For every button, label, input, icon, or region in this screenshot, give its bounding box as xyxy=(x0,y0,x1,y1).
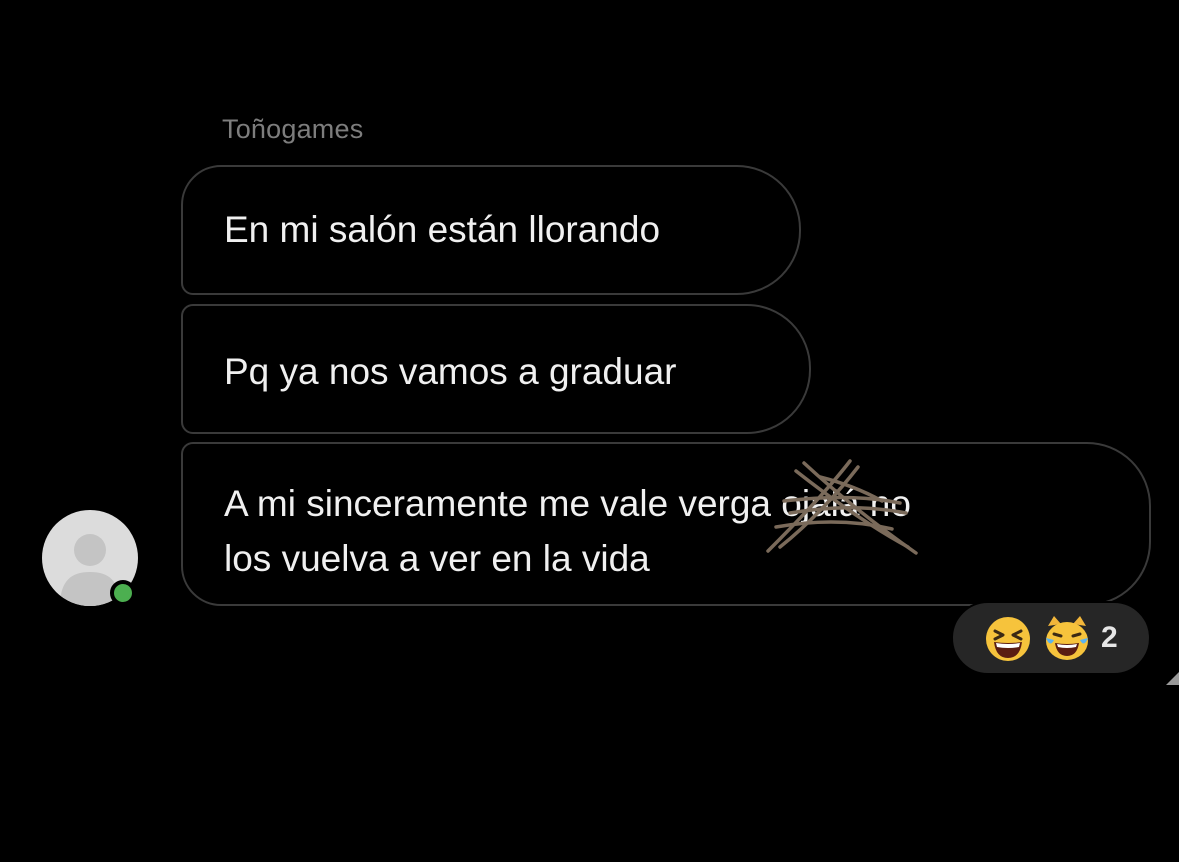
message-bubble[interactable]: Pq ya nos vamos a graduar xyxy=(181,304,811,434)
censor-scribble xyxy=(766,459,918,555)
message-text: Pq ya nos vamos a graduar xyxy=(224,351,677,392)
sender-name[interactable]: Toñogames xyxy=(222,114,363,145)
grinning-squinting-face-icon xyxy=(986,617,1030,661)
cat-tears-of-joy-icon xyxy=(1046,616,1088,660)
message-bubble[interactable]: En mi salón están llorando xyxy=(181,165,801,295)
message-bubble[interactable]: A mi sinceramente me vale verga ojalá no… xyxy=(181,442,1151,606)
online-status-dot xyxy=(110,580,136,606)
message-text: En mi salón están llorando xyxy=(224,209,661,250)
reaction-count: 2 xyxy=(1101,621,1118,654)
corner-edge xyxy=(1166,672,1179,685)
reactions-pill[interactable]: 2 xyxy=(951,601,1151,675)
chat-thread: Toñogames En mi salón están llorando Pq … xyxy=(0,0,1179,862)
